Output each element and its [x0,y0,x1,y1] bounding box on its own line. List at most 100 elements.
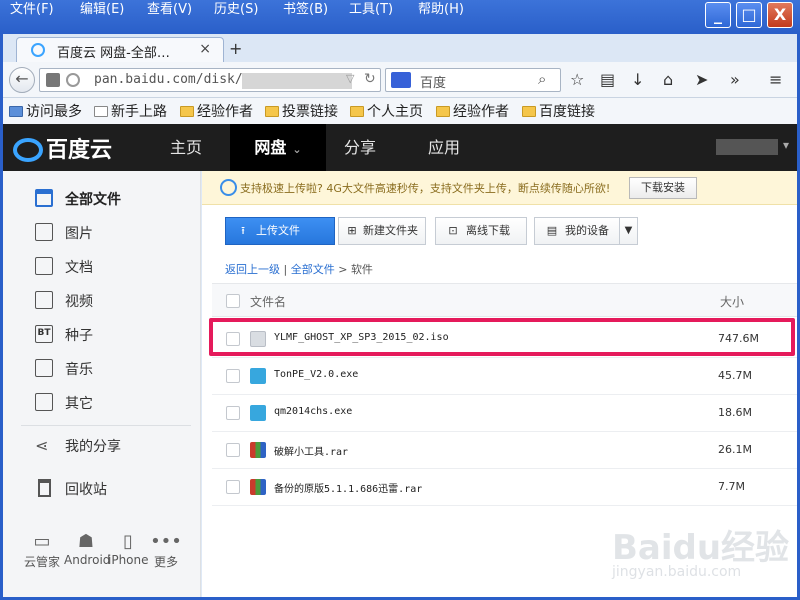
download-icon[interactable]: ↓ [631,70,644,89]
file-name[interactable]: qm2014chs.exe [274,406,352,417]
exe-file-icon [250,405,266,421]
download-install-button[interactable]: 下载安装 [629,177,697,199]
reload-icon[interactable]: ↻ [364,71,376,87]
file-name[interactable]: 备份的原版5.1.1.686迅雷.rar [274,480,422,495]
minimize-button[interactable]: _ [705,2,731,28]
baidu-jingyan-watermark: Baidu经验 [612,528,790,568]
file-size: 26.1M [718,443,752,456]
bookmark-experience-author[interactable]: 经验作者 [180,101,253,121]
device-cloud-manager[interactable]: ▭ 云管家 [22,531,62,570]
sidebar-item-videos[interactable]: 视频 [3,283,201,317]
bookmark-personal-home[interactable]: 个人主页 [350,101,423,121]
url-field[interactable]: pan.baidu.com/disk/ ▽ ↻ [39,68,381,92]
watermark-url: jingyan.baidu.com [612,564,742,580]
sidebar-item-my-shares[interactable]: ⋖ 我的分享 [3,428,201,462]
select-all-checkbox[interactable] [226,294,240,308]
bookmark-most-visited[interactable]: 访问最多 [9,101,82,121]
bookmark-experience-author-2[interactable]: 经验作者 [436,101,509,121]
dropdown-arrow-icon[interactable]: ▽ [346,72,354,85]
overflow-icon[interactable]: » [730,70,740,89]
maximize-button[interactable]: □ [736,2,762,28]
nav-netdisk[interactable]: 网盘 ⌄ [230,124,326,171]
image-icon [35,223,53,241]
sidebar-item-recycle-bin[interactable]: 回收站 [3,471,201,505]
notice-text: 支持极速上传啦? 4G大文件高速秒传，支持文件夹上传，断点续传随心所欲! [240,182,611,195]
breadcrumb-all-files[interactable]: 全部文件 [291,263,335,276]
menu-tools[interactable]: 工具(T) [349,0,393,22]
sidebar-item-documents[interactable]: 文档 [3,249,201,283]
menu-hamburger-icon[interactable]: ≡ [769,70,782,89]
url-text: pan.baidu.com/disk/ [94,72,243,87]
table-row[interactable]: TonPE_V2.0.exe 45.7M [212,358,797,395]
new-tab-button[interactable]: + [229,39,242,58]
device-android[interactable]: ☗ Android [64,531,110,567]
file-name[interactable]: TonPE_V2.0.exe [274,369,358,380]
menu-view[interactable]: 查看(V) [147,0,192,22]
user-menu-chevron-icon[interactable]: ▾ [783,138,789,152]
sidebar-item-images[interactable]: 图片 [3,215,201,249]
monitor-icon: ▭ [33,531,51,552]
nav-share[interactable]: 分享 [327,124,393,171]
smile-icon [220,179,237,196]
tab-close-icon[interactable]: × [199,41,211,57]
share-icon: ⋖ [35,436,49,455]
search-icon[interactable]: ⌕ [538,70,546,88]
folder-icon [180,106,194,117]
table-row[interactable]: 备份的原版5.1.1.686迅雷.rar 7.7M [212,469,797,506]
close-window-button[interactable]: X [767,2,793,28]
offline-download-icon: ⊡ [448,224,458,237]
username-redaction[interactable] [716,139,778,155]
device-iphone[interactable]: ▯ iPhone [108,531,149,567]
rar-file-icon [250,442,266,458]
send-icon[interactable]: ➤ [695,70,708,89]
devices-dropdown-icon[interactable]: ▼ [619,218,637,244]
my-devices-button[interactable]: ▤ 我的设备 ▼ [534,217,638,245]
menu-file[interactable]: 文件(F) [10,0,54,22]
file-name[interactable]: 破解小工具.rar [274,443,348,458]
bt-icon: BT [35,325,53,343]
home-icon[interactable]: ⌂ [663,70,673,89]
menu-bookmarks[interactable]: 书签(B) [283,0,328,22]
column-size[interactable]: 大小 [720,293,744,310]
row-checkbox[interactable] [226,443,240,457]
table-row[interactable]: qm2014chs.exe 18.6M [212,395,797,432]
bookmark-star-icon[interactable]: ☆ [570,70,584,89]
breadcrumb-back[interactable]: 返回上一级 [225,263,280,276]
nav-home[interactable]: 主页 [153,124,219,171]
sidebar: 全部文件 图片 文档 视频 BT 种子 音乐 其它 ⋖ 我的分享 回收站 ▭ 云管… [3,171,201,597]
device-more[interactable]: ••• 更多 [149,531,183,570]
tab-title: 百度云 网盘-全部… [57,46,170,61]
sidebar-item-torrents[interactable]: BT 种子 [3,317,201,351]
folder-icon [35,189,53,207]
nav-apps[interactable]: 应用 [411,124,477,171]
menu-history[interactable]: 历史(S) [214,0,258,22]
sidebar-item-other[interactable]: 其它 [3,385,201,419]
search-field[interactable]: 百度 ⌕ [385,68,561,92]
offline-download-button[interactable]: ⊡ 离线下载 [435,217,527,245]
menu-edit[interactable]: 编辑(E) [80,0,124,22]
search-placeholder: 百度 [420,76,447,91]
sidebar-item-music[interactable]: 音乐 [3,351,201,385]
back-icon[interactable]: ← [9,67,35,93]
folder-icon [436,106,450,117]
bookmark-baidu-links[interactable]: 百度链接 [522,101,595,121]
url-redaction [242,73,352,89]
bookmark-getting-started[interactable]: 新手上路 [94,101,167,121]
reading-list-icon[interactable]: ▤ [600,70,615,89]
file-size: 18.6M [718,406,752,419]
baidu-cloud-logo[interactable]: 百度云 [13,132,112,164]
column-filename[interactable]: 文件名 [250,293,286,310]
search-engine-icon[interactable] [391,72,411,88]
new-folder-button[interactable]: ⊞ 新建文件夹 [338,217,426,245]
row-checkbox[interactable] [226,480,240,494]
upload-button[interactable]: ⭱ 上传文件 [225,217,335,245]
menu-help[interactable]: 帮助(H) [418,0,464,22]
bookmark-vote-links[interactable]: 投票链接 [265,101,338,121]
row-checkbox[interactable] [226,369,240,383]
music-icon [35,359,53,377]
tab-baidu-cloud[interactable]: 百度云 网盘-全部… × [16,37,224,63]
sidebar-item-all-files[interactable]: 全部文件 [3,181,201,215]
file-size: 45.7M [718,369,752,382]
row-checkbox[interactable] [226,406,240,420]
table-row[interactable]: 破解小工具.rar 26.1M [212,432,797,469]
